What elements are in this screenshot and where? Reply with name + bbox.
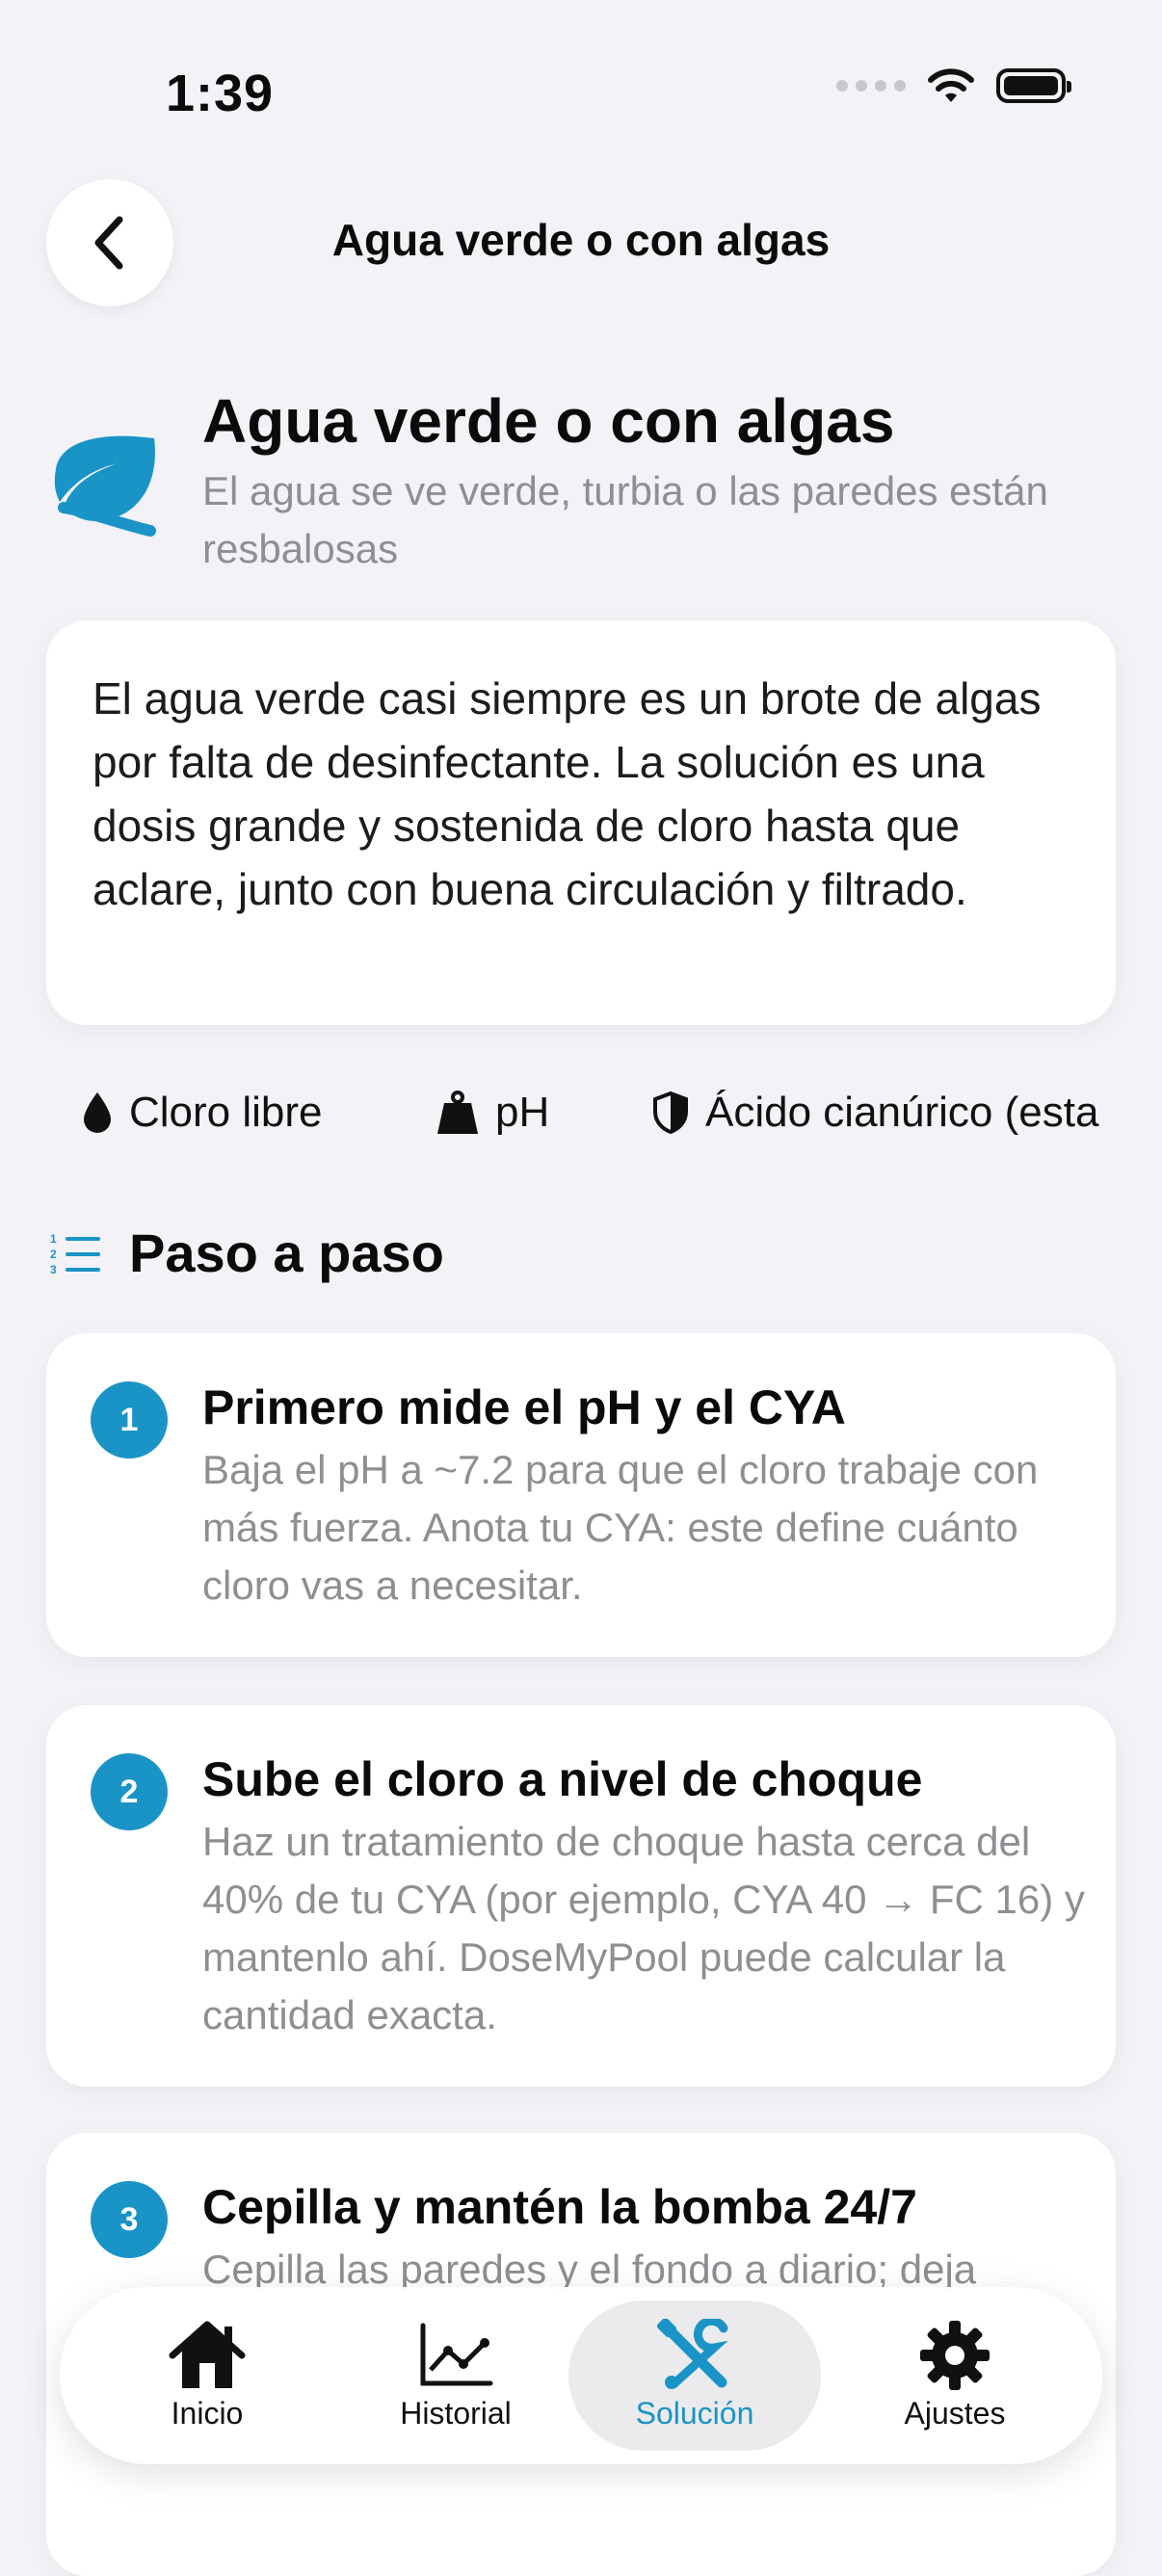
parameter-ph[interactable]: pH [436, 1089, 549, 1137]
issue-title: Agua verde o con algas [202, 386, 895, 456]
parameter-label: pH [495, 1089, 550, 1136]
house-icon [169, 2321, 246, 2388]
tab-historial[interactable]: Historial [330, 2300, 582, 2451]
parameter-cyanuric-acid[interactable]: Ácido cianúrico (esta [651, 1089, 1098, 1137]
tab-bar: Inicio Historial Solución Ajustes [60, 2287, 1102, 2464]
cellular-signal-icon [836, 80, 906, 92]
svg-text:3: 3 [50, 1263, 57, 1275]
scale-weight-icon [437, 1091, 478, 1134]
step-body: Haz un tratamiento de choque hasta cerca… [202, 1819, 1085, 2037]
step-body: Baja el pH a ~7.2 para que el cloro trab… [202, 1447, 1039, 1608]
parameter-label: Ácido cianúrico (esta [705, 1089, 1099, 1136]
gear-icon [920, 2320, 990, 2390]
parameter-label: Cloro libre [129, 1089, 323, 1136]
issue-subtitle: El agua se ve verde, turbia o las parede… [202, 468, 1048, 571]
tab-solucion[interactable]: Solución [568, 2300, 821, 2451]
shield-icon [653, 1091, 688, 1135]
step-number-badge: 1 [91, 1381, 168, 1459]
drop-icon [84, 1092, 111, 1133]
tools-icon [656, 2318, 728, 2389]
wifi-icon [928, 68, 974, 102]
nav-title: Agua verde o con algas [331, 215, 831, 265]
tab-label: Inicio [171, 2395, 244, 2431]
steps-section-header: 1 2 3 Paso a paso [50, 1222, 444, 1284]
tab-inicio[interactable]: Inicio [81, 2300, 333, 2451]
step-card: 1 Primero mide el pH y el CYA Baja el pH… [46, 1333, 1116, 1657]
intro-text: El agua verde casi siempre es un brote d… [92, 673, 1042, 914]
chart-line-icon [420, 2323, 493, 2385]
leaf-icon [54, 435, 156, 537]
step-number-badge: 2 [91, 1753, 168, 1830]
status-icons [836, 67, 1071, 104]
status-bar: 1:39 [0, 0, 1162, 193]
step-title: Primero mide el pH y el CYA [202, 1380, 846, 1434]
intro-card: El agua verde casi siempre es un brote d… [46, 620, 1116, 1025]
step-title: Sube el cloro a nivel de choque [202, 1752, 923, 1806]
parameter-free-chlorine[interactable]: Cloro libre [81, 1089, 323, 1137]
tab-label: Ajustes [904, 2395, 1006, 2431]
battery-icon [996, 68, 1071, 103]
tab-label: Solución [635, 2395, 754, 2431]
parameter-chips[interactable]: Cloro libre pH Ácido cianúrico (esta [81, 1089, 1162, 1156]
step-title: Cepilla y mantén la bomba 24/7 [202, 2180, 917, 2234]
numbered-list-icon: 1 2 3 [50, 1232, 100, 1275]
svg-text:1: 1 [50, 1232, 57, 1246]
tab-ajustes[interactable]: Ajustes [829, 2300, 1081, 2451]
svg-text:2: 2 [50, 1248, 57, 1261]
tab-label: Historial [400, 2395, 512, 2431]
step-number-badge: 3 [91, 2181, 168, 2258]
status-time: 1:39 [166, 65, 275, 122]
step-card: 2 Sube el cloro a nivel de choque Haz un… [46, 1705, 1116, 2087]
section-title: Paso a paso [129, 1222, 444, 1283]
